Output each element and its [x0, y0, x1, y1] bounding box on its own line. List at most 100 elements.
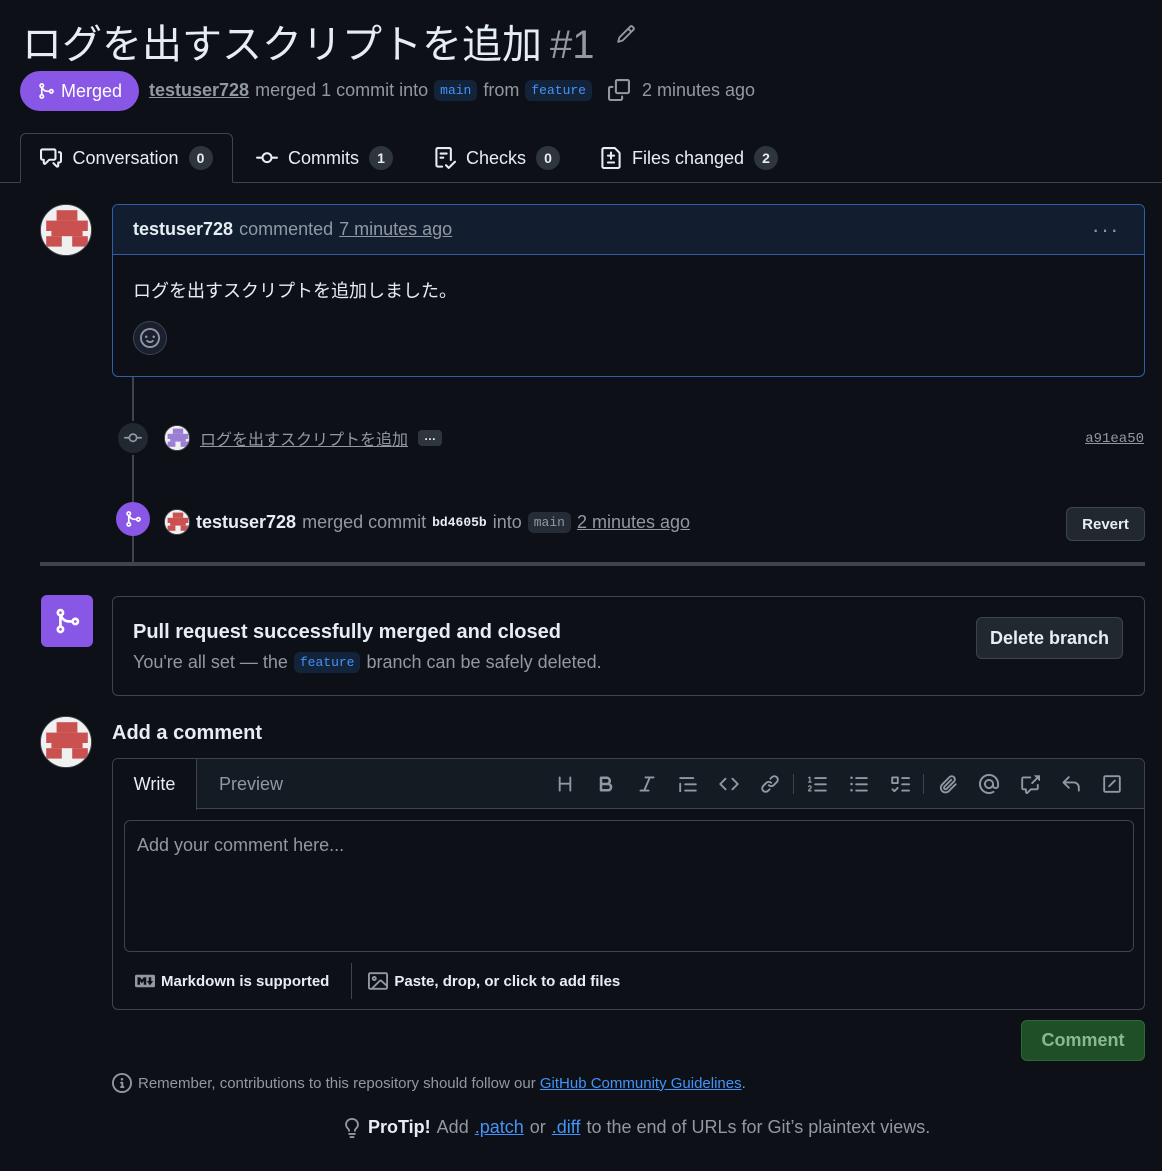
attach-files-button[interactable]: Paste, drop, or click to add files — [352, 963, 642, 999]
comment-verb: commented — [239, 219, 334, 239]
avatar[interactable] — [164, 509, 190, 535]
commit-icon — [256, 152, 278, 164]
pr-tabs: Conversation 0 Commits 1 Checks 0 Files … — [0, 133, 1162, 183]
markdown-help-link[interactable]: Markdown is supported — [113, 963, 351, 999]
commit-sha-link[interactable]: a91ea50 — [1085, 431, 1144, 447]
merge-commit-sha[interactable]: bd4605b — [432, 515, 487, 530]
comment-submit-button[interactable]: Comment — [1021, 1020, 1145, 1061]
quote-icon[interactable] — [667, 771, 708, 797]
protip-label: ProTip! — [368, 1117, 431, 1137]
tab-files-changed-count: 2 — [754, 146, 779, 170]
smiley-icon[interactable] — [133, 321, 167, 355]
fullscreen-edit-icon[interactable] — [1091, 771, 1132, 797]
more-options-icon[interactable]: ··· — [1092, 217, 1120, 243]
protip-text-2: or — [529, 1117, 546, 1137]
base-branch[interactable]: main — [434, 79, 478, 101]
editor-footer: Markdown is supported Paste, drop, or cl… — [113, 959, 1144, 1003]
delete-branch-button[interactable]: Delete branch — [976, 617, 1123, 659]
avatar[interactable] — [40, 716, 92, 768]
task-list-icon[interactable] — [879, 771, 920, 797]
merge-icon — [116, 502, 150, 536]
merged-status-badge: Merged — [20, 71, 139, 111]
pr-author-link[interactable]: testuser728 — [149, 80, 249, 101]
copy-icon[interactable] — [607, 79, 630, 101]
commit-message-link[interactable]: ログを出すスクリプトを追加 — [200, 426, 408, 450]
tab-conversation[interactable]: Conversation 0 — [20, 133, 233, 183]
commit-row: ログを出すスクリプトを追加 … — [164, 424, 443, 452]
comment-card: testuser728 commented 7 minutes ago ··· … — [112, 204, 1145, 377]
pr-time: 2 minutes ago — [641, 79, 756, 100]
comment-time[interactable]: 7 minutes ago — [339, 219, 452, 240]
editor-header: Write Preview — [113, 759, 1144, 810]
avatar[interactable] — [164, 425, 190, 451]
community-guidelines-link[interactable]: GitHub Community Guidelines — [540, 1075, 742, 1092]
tab-conversation-count: 0 — [188, 146, 213, 170]
pr-title: ログを出すスクリプトを追加 #1 — [22, 12, 595, 70]
merge-target-branch[interactable]: main — [527, 511, 571, 533]
merged-title: Pull request successfully merged and clo… — [133, 621, 561, 643]
guidelines-prefix: Remember, contributions to this reposito… — [138, 1074, 536, 1092]
timeline-separator — [40, 562, 1145, 566]
ordered-list-icon[interactable] — [797, 771, 838, 797]
formatting-toolbar — [544, 771, 1132, 797]
patch-link[interactable]: .patch — [475, 1117, 524, 1138]
pr-number: #1 — [550, 23, 595, 67]
comment-header: testuser728 commented 7 minutes ago — [113, 205, 1144, 255]
code-icon[interactable] — [708, 771, 749, 797]
merge-time[interactable]: 2 minutes ago — [577, 512, 690, 533]
guidelines-suffix: . — [741, 1074, 746, 1092]
tab-files-changed-label: Files changed — [632, 147, 745, 168]
tab-preview[interactable]: Preview — [219, 759, 283, 809]
merged-sub-prefix: You're all set — the — [133, 652, 288, 672]
mention-icon[interactable] — [968, 771, 1009, 797]
comment-author[interactable]: testuser728 — [133, 219, 233, 240]
from-text: from — [483, 79, 520, 100]
tab-checks-count: 0 — [536, 146, 561, 170]
toolbar-divider — [793, 774, 794, 794]
merge-into-text: into — [492, 511, 522, 532]
merged-sub-suffix: branch can be safely deleted. — [366, 652, 602, 672]
protip-note: ProTip! Add .patch or .diff to the end o… — [342, 1117, 930, 1138]
markdown-icon — [135, 974, 155, 988]
merge-verb: merged commit — [302, 511, 427, 532]
merged-head-branch[interactable]: feature — [293, 652, 361, 673]
tab-write[interactable]: Write — [113, 759, 197, 810]
bold-icon[interactable] — [585, 771, 626, 797]
pr-action-text: merged 1 commit into — [255, 79, 429, 100]
pr-state-line: testuser728 merged 1 commit into main fr… — [149, 78, 755, 102]
heading-icon[interactable] — [544, 771, 585, 797]
diff-link[interactable]: .diff — [552, 1117, 581, 1138]
toolbar-divider — [923, 774, 924, 794]
link-icon[interactable] — [749, 771, 790, 797]
tab-commits-label: Commits — [288, 147, 359, 168]
tab-commits[interactable]: Commits 1 — [256, 133, 393, 183]
add-comment-heading: Add a comment — [112, 722, 263, 744]
tab-files-changed[interactable]: Files changed 2 — [600, 133, 779, 183]
commit-expand-button[interactable]: … — [418, 430, 443, 446]
conversation-icon — [40, 148, 63, 168]
pr-title-text: ログを出すスクリプトを追加 — [22, 23, 542, 67]
avatar[interactable] — [40, 204, 92, 256]
merge-author[interactable]: testuser728 — [196, 512, 296, 533]
info-icon — [112, 1073, 132, 1093]
pencil-icon[interactable] — [616, 24, 636, 44]
protip-text-1: Add — [436, 1117, 469, 1137]
head-branch[interactable]: feature — [525, 79, 592, 101]
revert-button[interactable]: Revert — [1066, 507, 1145, 541]
italic-icon[interactable] — [626, 771, 667, 797]
unordered-list-icon[interactable] — [838, 771, 879, 797]
light-bulb-icon — [345, 1117, 359, 1138]
tab-commits-count: 1 — [369, 146, 393, 170]
file-diff-icon — [601, 147, 621, 169]
merged-status-label: Merged — [60, 80, 123, 101]
reply-icon[interactable] — [1050, 771, 1091, 797]
paperclip-icon[interactable] — [927, 771, 968, 797]
comment-editor: Write Preview Markdown is supported — [112, 758, 1145, 1010]
image-icon — [368, 972, 389, 990]
files-note: Paste, drop, or click to add files — [394, 972, 621, 990]
comment-textarea[interactable] — [124, 820, 1134, 952]
tab-checks[interactable]: Checks 0 — [434, 133, 561, 183]
merged-subtitle: You're all set — the feature branch can … — [133, 652, 602, 673]
merge-icon — [39, 83, 54, 99]
cross-reference-icon[interactable] — [1009, 771, 1050, 797]
